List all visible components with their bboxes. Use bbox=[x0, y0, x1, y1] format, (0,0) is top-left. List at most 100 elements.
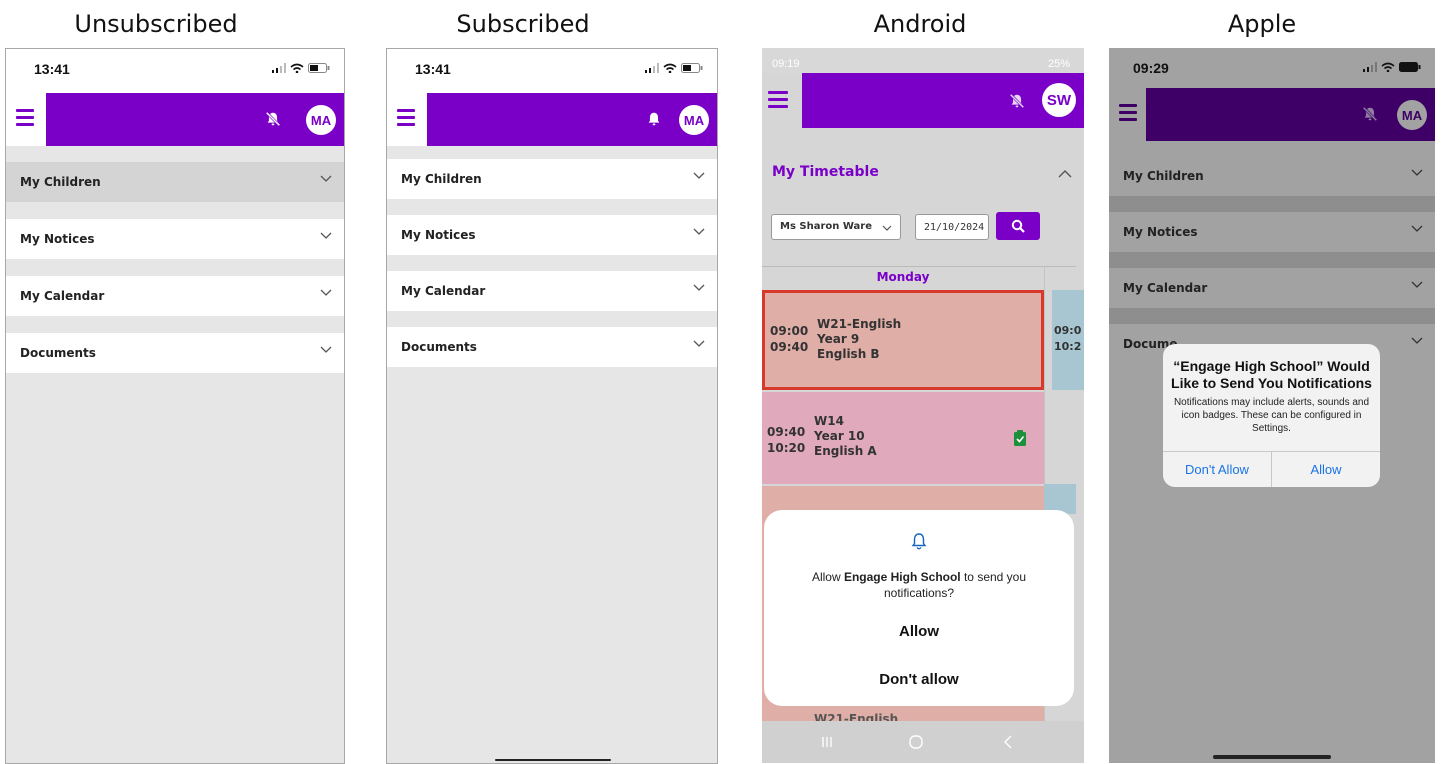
section-label: My Children bbox=[1123, 169, 1204, 183]
divider bbox=[762, 266, 1076, 267]
wifi-icon bbox=[663, 63, 677, 73]
section-my-notices[interactable]: My Notices bbox=[387, 215, 717, 255]
teacher-select[interactable]: Ms Sharon Ware bbox=[771, 214, 901, 240]
allow-button[interactable]: Allow bbox=[764, 623, 1074, 640]
section-label: My Notices bbox=[401, 228, 476, 242]
day-header: Monday bbox=[876, 270, 930, 284]
lesson-details: W21-English Year 9 English B bbox=[817, 317, 902, 361]
chevron-up-icon[interactable] bbox=[1058, 170, 1072, 178]
signal-icon bbox=[1363, 62, 1377, 72]
clipboard-check-icon bbox=[1014, 430, 1026, 446]
section-my-notices[interactable]: My Notices bbox=[1109, 212, 1435, 252]
chevron-down-icon bbox=[693, 284, 705, 291]
dont-allow-button[interactable]: Don't Allow bbox=[1163, 452, 1272, 487]
caption-android: Android bbox=[873, 10, 967, 38]
chevron-down-icon bbox=[693, 340, 705, 347]
section-label: My Calendar bbox=[20, 289, 105, 303]
alert-title: “Engage High School” Would Like to Send … bbox=[1171, 358, 1372, 391]
date-input[interactable]: 21/10/2024 bbox=[915, 214, 989, 240]
avatar[interactable]: MA bbox=[1397, 100, 1427, 130]
status-time: 09:29 bbox=[1133, 60, 1169, 76]
phone-android: 09:19 25% SW My Timetable Ms Sharon Ware… bbox=[762, 48, 1084, 763]
battery-icon bbox=[681, 63, 703, 73]
android-nav-bar bbox=[762, 721, 1084, 763]
section-gap bbox=[1109, 196, 1435, 212]
app-bar: MA bbox=[6, 93, 344, 146]
bell-icon[interactable] bbox=[645, 109, 663, 129]
avatar[interactable]: MA bbox=[679, 105, 709, 135]
menu-icon[interactable] bbox=[1119, 104, 1137, 122]
bell-off-icon[interactable] bbox=[1361, 104, 1379, 124]
side-lesson[interactable]: 09:0 10:2 bbox=[1052, 290, 1084, 390]
dont-allow-button[interactable]: Don't allow bbox=[764, 671, 1074, 688]
bell-off-icon[interactable] bbox=[1008, 91, 1026, 111]
notification-permission-sheet: Allow Engage High School to send you not… bbox=[764, 510, 1074, 706]
phone-subscribed: 13:41 MA My Children My Notices My Calen… bbox=[386, 48, 718, 764]
phone-unsubscribed: 13:41 MA My Children My Notices My Calen… bbox=[5, 48, 345, 764]
status-icons bbox=[645, 63, 703, 73]
avatar[interactable]: MA bbox=[306, 105, 336, 135]
section-documents[interactable]: Documents bbox=[387, 327, 717, 367]
chevron-down-icon bbox=[693, 172, 705, 179]
phone-apple: 09:29 MA My Children My Notices My Calen… bbox=[1109, 48, 1435, 763]
status-bar: 13:41 bbox=[387, 49, 717, 93]
chevron-down-icon bbox=[320, 289, 332, 296]
section-my-notices[interactable]: My Notices bbox=[6, 219, 344, 259]
caption-apple: Apple bbox=[1227, 10, 1297, 38]
home-indicator bbox=[495, 759, 611, 761]
section-my-children[interactable]: My Children bbox=[1109, 156, 1435, 196]
back-icon[interactable] bbox=[1002, 734, 1014, 750]
app-bar-header: SW bbox=[802, 73, 1084, 128]
section-label: Documents bbox=[20, 346, 96, 360]
app-bar-header: MA bbox=[427, 93, 717, 146]
timetable-title[interactable]: My Timetable bbox=[772, 164, 879, 180]
lesson-card[interactable]: 09:40 10:20 W14 Year 10 English A bbox=[762, 392, 1044, 484]
section-my-calendar[interactable]: My Calendar bbox=[1109, 268, 1435, 308]
battery-level: 25% bbox=[1047, 58, 1070, 70]
avatar[interactable]: SW bbox=[1042, 83, 1076, 117]
menu-icon[interactable] bbox=[768, 91, 788, 109]
home-icon[interactable] bbox=[908, 734, 924, 750]
menu-icon[interactable] bbox=[397, 109, 415, 127]
alert-buttons: Don't Allow Allow bbox=[1163, 451, 1380, 487]
section-documents[interactable]: Documents bbox=[6, 333, 344, 373]
chevron-down-icon bbox=[693, 228, 705, 235]
section-gap bbox=[1109, 308, 1435, 324]
section-label: My Notices bbox=[1123, 225, 1198, 239]
teacher-select-value: Ms Sharon Ware bbox=[780, 221, 872, 232]
status-icons bbox=[272, 63, 330, 73]
chevron-down-icon bbox=[320, 175, 332, 182]
lesson-details: W14 Year 10 English A bbox=[814, 414, 877, 458]
status-time: 09:19 bbox=[772, 58, 800, 70]
lesson-card[interactable]: 09:00 09:40 W21-English Year 9 English B bbox=[762, 290, 1044, 390]
section-label: My Notices bbox=[20, 232, 95, 246]
alert-message: Notifications may include alerts, sounds… bbox=[1173, 397, 1370, 434]
app-bar: MA bbox=[387, 93, 717, 146]
wifi-icon bbox=[1381, 62, 1395, 72]
side-end-time: 10:2 bbox=[1054, 340, 1082, 353]
lesson-times: 09:40 10:20 bbox=[767, 425, 806, 455]
app-bar-header: MA bbox=[1146, 88, 1435, 141]
recents-icon[interactable] bbox=[820, 735, 834, 749]
bell-off-icon[interactable] bbox=[264, 109, 282, 129]
section-my-children[interactable]: My Children bbox=[6, 162, 344, 202]
caption-unsubscribed: Unsubscribed bbox=[74, 10, 238, 38]
app-bar: SW bbox=[762, 73, 1084, 128]
section-label: My Children bbox=[20, 175, 101, 189]
permission-message: Allow Engage High School to send you not… bbox=[811, 570, 1027, 600]
chevron-down-icon bbox=[320, 232, 332, 239]
status-icons bbox=[1363, 62, 1421, 72]
section-my-calendar[interactable]: My Calendar bbox=[6, 276, 344, 316]
menu-icon[interactable] bbox=[16, 109, 34, 127]
wifi-icon bbox=[290, 63, 304, 73]
bell-icon bbox=[911, 533, 927, 550]
section-my-calendar[interactable]: My Calendar bbox=[387, 271, 717, 311]
status-bar: 13:41 bbox=[6, 49, 344, 93]
search-button[interactable] bbox=[996, 212, 1040, 240]
signal-icon bbox=[645, 63, 659, 73]
allow-button[interactable]: Allow bbox=[1272, 452, 1380, 487]
section-my-children[interactable]: My Children bbox=[387, 159, 717, 199]
app-bar-header: MA bbox=[46, 93, 344, 146]
ios-notification-alert: “Engage High School” Would Like to Send … bbox=[1163, 344, 1380, 487]
section-label: My Calendar bbox=[401, 284, 486, 298]
